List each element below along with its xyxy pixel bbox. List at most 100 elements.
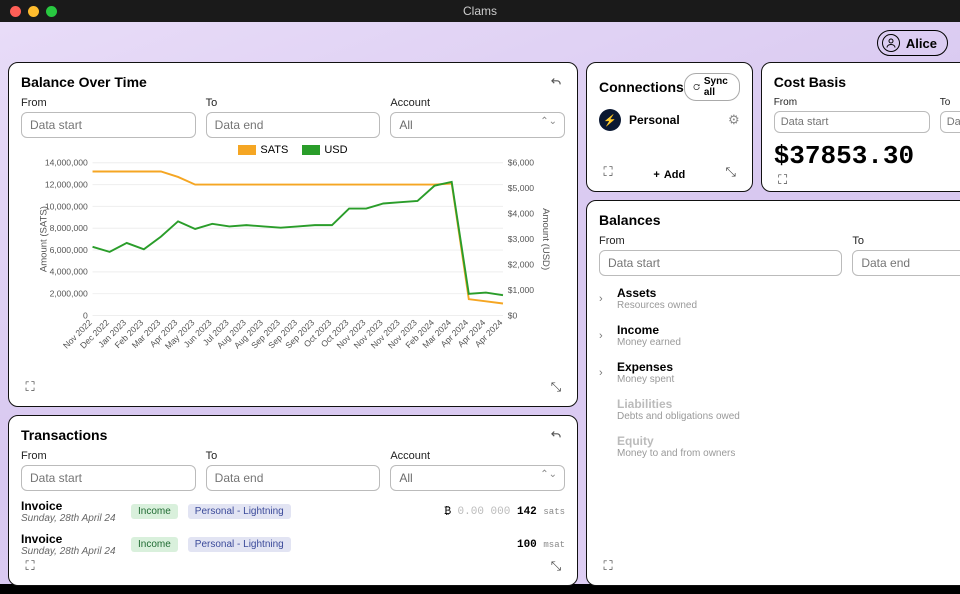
chevron-right-icon: › [599,330,609,342]
legend-usd: USD [302,144,347,156]
chevron-right-icon: › [599,293,609,305]
svg-text:$5,000: $5,000 [508,183,534,193]
card-title-connections: Connections [599,79,684,95]
user-name: Alice [906,36,937,51]
balances-from-input[interactable] [599,250,842,276]
balance-over-time-card: Balance Over Time From To Acco [8,62,578,407]
connections-card: Connections Sync all ⚡ Personal ⚙ ⛶ + Ad… [586,62,753,192]
transaction-row[interactable]: Invoice Sunday, 28th April 24 Income Per… [21,532,565,557]
svg-text:14,000,000: 14,000,000 [45,158,88,168]
balance-from-input[interactable] [21,112,196,138]
svg-text:Amount (USD): Amount (USD) [540,208,551,270]
resize-icon[interactable]: ⤡ [547,378,565,396]
svg-text:8,000,000: 8,000,000 [50,223,88,233]
svg-text:6,000,000: 6,000,000 [50,245,88,255]
svg-text:$2,000: $2,000 [508,259,534,269]
transaction-row[interactable]: Invoice Sunday, 28th April 24 Income Per… [21,499,565,524]
header: Alice [8,30,952,56]
svg-text:10,000,000: 10,000,000 [45,201,88,211]
app-body: Alice Balance Over Time From [0,22,960,584]
cost-to-input[interactable] [940,111,960,133]
resize-icon[interactable]: ⤡ [547,557,565,575]
chevron-right-icon: › [599,367,609,379]
window-title: Clams [0,4,960,18]
tx-from-label: From [21,450,196,462]
user-menu[interactable]: Alice [877,30,948,56]
cost-from-input[interactable] [774,111,930,133]
tag-income: Income [131,537,178,552]
svg-text:$6,000: $6,000 [508,158,534,168]
expand-icon[interactable]: ⛶ [599,557,617,575]
card-title-balances: Balances [599,212,660,228]
tx-to-label: To [206,450,381,462]
balance-desc: Resources owned [617,300,697,311]
window-fullscreen-icon[interactable] [46,6,57,17]
tx-date: Sunday, 28th April 24 [21,546,121,557]
balance-desc: Money spent [617,374,674,385]
balance-row: Liabilities Debts and obligations owed ₿… [599,397,960,422]
tag-connection: Personal - Lightning [188,537,291,552]
tx-amount: ₿ 0.00 000 142 sats [444,506,565,518]
balance-chart: SATS USD 02,000,0004,000,0006,000,0008,0… [21,144,565,374]
connection-item[interactable]: ⚡ Personal ⚙ [599,109,740,131]
transactions-card: Transactions From To Account [8,415,578,586]
cost-basis-value: $37853.30 [774,141,960,171]
undo-icon[interactable] [547,73,565,91]
expand-icon[interactable]: ⛶ [599,163,617,181]
from-label: From [21,97,196,109]
svg-text:$1,000: $1,000 [508,285,534,295]
balance-desc: Money to and from owners [617,448,735,459]
sync-all-button[interactable]: Sync all [684,73,740,101]
card-title-transactions: Transactions [21,427,107,443]
tx-date: Sunday, 28th April 24 [21,513,121,524]
resize-icon[interactable]: ⤡ [722,163,740,181]
tx-to-input[interactable] [206,465,381,491]
balance-row[interactable]: › Expenses Money spent ₿ 0.00 0 28 097sa… [599,360,960,385]
window-close-icon[interactable] [10,6,21,17]
balance-name: Expenses [617,360,674,374]
balance-row[interactable]: › Assets Resources owned ₿ 0.00 948 089s… [599,286,960,311]
balance-desc: Money earned [617,337,681,348]
svg-text:$0: $0 [508,310,518,320]
tx-title: Invoice [21,532,121,546]
to-label: To [206,97,381,109]
svg-text:Amount (SATS): Amount (SATS) [39,206,50,272]
tx-from-input[interactable] [21,465,196,491]
user-avatar-icon [882,34,900,52]
svg-text:$4,000: $4,000 [508,209,534,219]
card-title-balance: Balance Over Time [21,74,147,90]
balance-desc: Debts and obligations owed [617,411,740,422]
balance-name: Liabilities [617,397,740,411]
tag-income: Income [131,504,178,519]
window-minimize-icon[interactable] [28,6,39,17]
card-title-costbasis: Cost Basis [774,74,846,90]
cost-basis-card: Cost Basis From To [761,62,960,192]
balance-name: Assets [617,286,697,300]
balances-card: Balances From To › A [586,200,960,586]
balances-to-input[interactable] [852,250,960,276]
legend-sats: SATS [238,144,288,156]
tx-account-select[interactable] [390,465,565,491]
balance-name: Income [617,323,681,337]
svg-text:12,000,000: 12,000,000 [45,179,88,189]
tx-account-label: Account [390,450,565,462]
svg-text:4,000,000: 4,000,000 [50,267,88,277]
svg-text:2,000,000: 2,000,000 [50,289,88,299]
balance-name: Equity [617,434,735,448]
balance-row: Equity Money to and from owners ₿ 0.00 0… [599,434,960,459]
balance-row[interactable]: › Income Money earned ₿ 0.00 000 0 31sat… [599,323,960,348]
tag-connection: Personal - Lightning [188,504,291,519]
add-connection-button[interactable]: + Add [653,169,685,181]
expand-icon[interactable]: ⛶ [774,171,792,189]
titlebar: Clams [0,0,960,22]
gear-icon[interactable]: ⚙ [728,112,740,128]
balance-to-input[interactable] [206,112,381,138]
svg-text:$3,000: $3,000 [508,234,534,244]
expand-icon[interactable]: ⛶ [21,378,39,396]
balance-account-select[interactable] [390,112,565,138]
lightning-icon: ⚡ [599,109,621,131]
tx-amount: 100 msat [517,539,565,551]
account-label: Account [390,97,565,109]
expand-icon[interactable]: ⛶ [21,557,39,575]
undo-icon[interactable] [547,426,565,444]
